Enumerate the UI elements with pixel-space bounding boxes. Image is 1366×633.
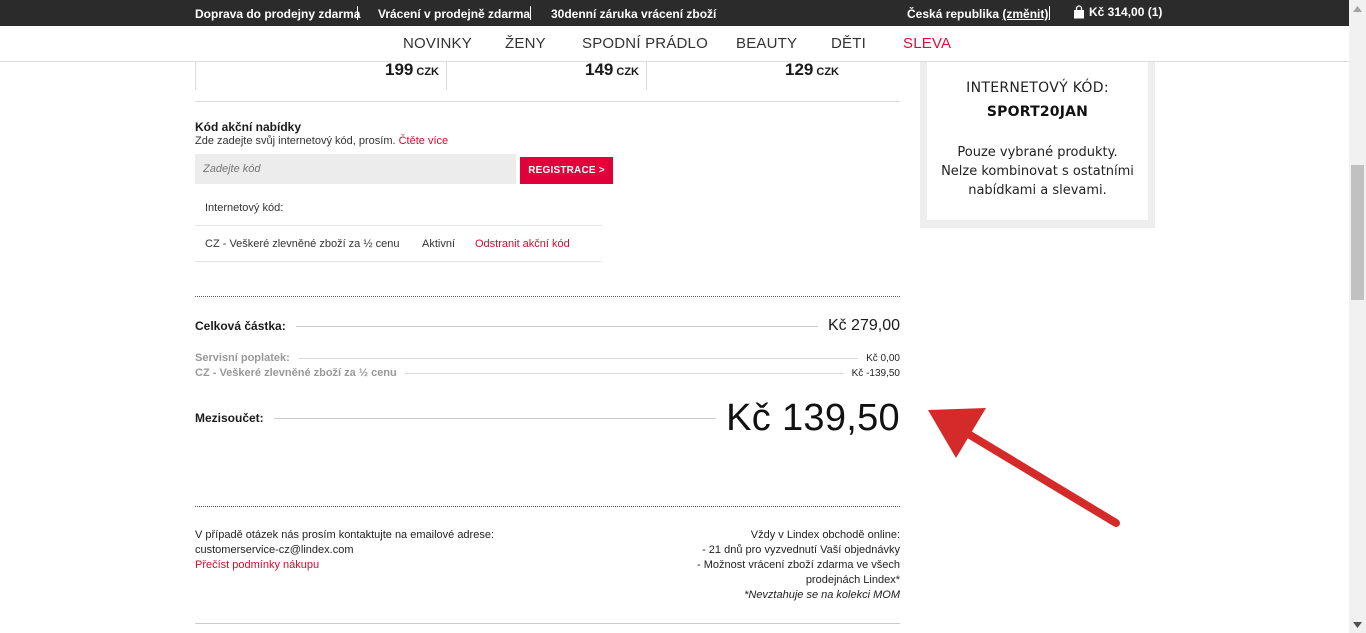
internet-code-value: SPORT20JAN [986,104,1089,120]
scroll-down-icon[interactable] [1349,616,1366,633]
internet-code-description: Pouze vybrané produkty. Nelze kombinovat… [941,145,1134,198]
discount-label: CZ - Veškeré zlevněné zboží za ½ cenu [195,367,397,379]
benefit-item: - Možnost vrácení zboží zdarma ve všech [697,559,900,571]
fee-row: Servisní poplatek: Kč 0,00 [195,351,900,365]
scroll-up-icon[interactable] [1349,0,1366,17]
leader-line [404,372,844,374]
divider [195,62,196,90]
divider [646,62,647,90]
nav-item-deti[interactable]: DĚTI [831,35,866,52]
subtotal-row: Mezisoučet: Kč 139,50 [195,394,900,442]
fee-label: Servisní poplatek: [195,352,290,364]
register-button[interactable]: REGISTRACE > [520,157,613,184]
leader-line [273,417,717,419]
remove-code-link[interactable]: Odstranit akční kód [475,238,570,250]
cart-summary: Kč 314,00 (1) [1089,5,1163,19]
nav-item-beauty[interactable]: BEAUTY [736,35,797,52]
nav-item-sleva[interactable]: SLEVA [903,35,951,52]
cart-button[interactable]: Kč 314,00 (1) [1073,5,1162,19]
benefit-item: prodejnách Lindex* [805,574,900,586]
discount-row: CZ - Veškeré zlevněné zboží za ½ cenu Kč… [195,366,900,380]
main-nav: NOVINKY ŽENY SPODNÍ PRÁDLO BEAUTY DĚTI S… [0,26,1349,62]
subtotal-label: Mezisoučet: [195,411,264,425]
country-name: Česká republika [907,7,1000,21]
leader-line [295,325,818,327]
internet-code-card: INTERNETOVÝ KÓD: SPORT20JAN Pouze vybran… [927,62,1148,220]
nav-item-zeny[interactable]: ŽENY [505,35,546,52]
internet-code-box: INTERNETOVÝ KÓD: SPORT20JAN Pouze vybran… [920,62,1155,228]
discount-value: Kč -139,50 [851,367,900,379]
subtotal-value: Kč 139,50 [726,396,900,439]
divider [357,6,358,20]
country-selector: Česká republika (změnit) [907,7,1048,21]
nav-item-novinky[interactable]: NOVINKY [403,35,472,52]
product-prices-row: 199 CZK 149 CZK 129 CZK [195,60,900,102]
total-label: Celková částka: [195,319,286,333]
product-price: 149 CZK [585,60,639,79]
vertical-scrollbar[interactable] [1349,0,1366,633]
benefits-info: Vždy v Lindex obchodě online: - 21 dnů p… [680,528,900,603]
total-value: Kč 279,00 [827,317,900,334]
fee-value: Kč 0,00 [866,352,900,364]
applied-code-row: CZ - Veškeré zlevněné zboží za ½ cenu Ak… [195,226,602,262]
promo-code-title: Kód akční nabídky [195,120,302,134]
applied-code-status: Aktivní [422,238,456,250]
contact-text: V případě otázek nás prosím kontaktujte … [195,529,495,541]
nav-item-spodni-pradlo[interactable]: SPODNÍ PRÁDLO [582,35,708,52]
internet-code-label: Internetový kód: [205,202,284,214]
benefit-note: *Nevztahuje se na kolekci MOM [744,589,900,601]
divider [195,623,900,624]
bag-icon [1073,5,1085,19]
promo-code-subtitle: Zde zadejte svůj internetový kód, prosím… [195,135,449,147]
terms-link[interactable]: Přečíst podmínky nákupu [195,559,319,571]
benefits-title: Vždy v Lindex obchodě online: [750,529,900,541]
promo-return-guarantee[interactable]: 30denní záruka vrácení zboží [551,7,716,21]
contact-email[interactable]: customerservice-cz@lindex.com [195,543,494,558]
divider [446,62,447,90]
applied-code-name: CZ - Veškeré zlevněné zboží za ½ cenu [205,238,400,250]
change-country-link[interactable]: (změnit) [1002,7,1048,21]
divider [1049,6,1050,20]
total-row: Celková částka: Kč 279,00 [195,316,900,336]
product-price: 199 CZK [385,60,439,79]
promo-code-input[interactable] [195,154,516,184]
read-more-link[interactable]: Čtěte více [399,135,449,147]
divider [195,296,900,297]
divider [530,6,531,20]
internet-code-row: Internetový kód: [195,190,602,226]
leader-line [297,357,859,359]
product-price: 129 CZK [785,60,839,79]
internet-code-heading: INTERNETOVÝ KÓD: [966,80,1109,96]
top-bar: Doprava do prodejny zdarma Vrácení v pro… [0,0,1349,26]
divider [195,506,900,507]
contact-info: V případě otázek nás prosím kontaktujte … [195,528,494,573]
red-arrow-annotation [928,408,1120,527]
promo-free-returns[interactable]: Vrácení v prodejně zdarma [378,7,530,21]
promo-free-shipping[interactable]: Doprava do prodejny zdarma [195,7,360,21]
benefit-item: - 21 dnů pro vyzvednutí Vaší objednávky [702,544,900,556]
scrollbar-thumb[interactable] [1351,165,1364,300]
